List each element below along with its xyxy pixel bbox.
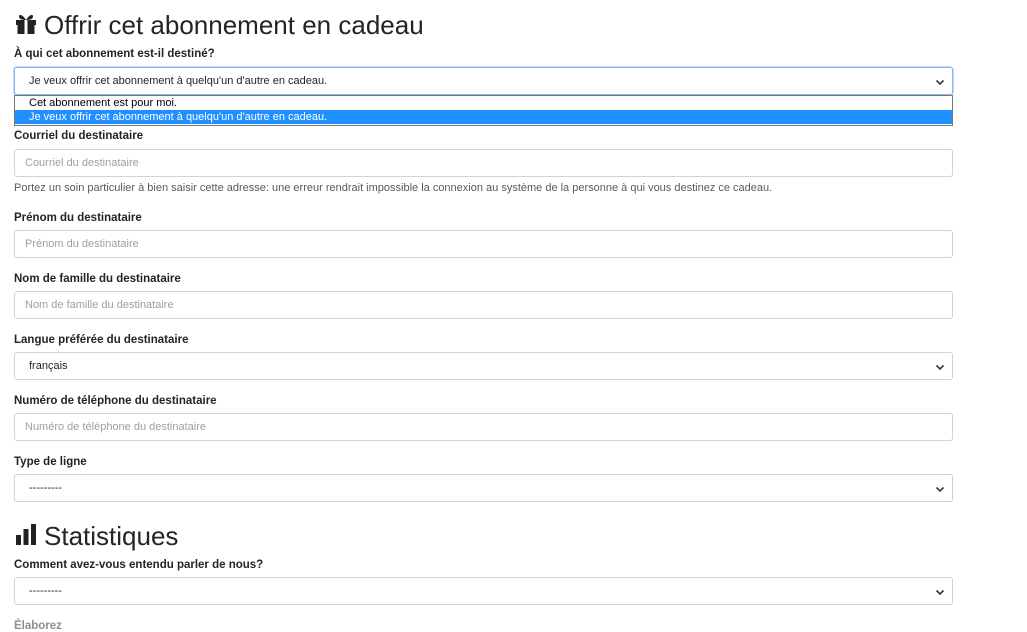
stats-section-title: Statistiques [14, 522, 178, 550]
recipient-option-gift[interactable]: Je veux offrir cet abonnement à quelqu'u… [15, 110, 952, 124]
chevron-down-icon [935, 589, 945, 596]
first-name-placeholder: Prénom du destinataire [25, 238, 139, 250]
first-name-label: Prénom du destinataire [14, 212, 142, 224]
language-label: Langue préférée du destinataire [14, 334, 189, 346]
email-field[interactable]: Courriel du destinataire [14, 149, 953, 177]
chevron-down-icon [935, 486, 945, 493]
chevron-down-icon [935, 79, 945, 86]
elaborate-label: Élaborez [14, 620, 62, 632]
recipient-dropdown-list: Cet abonnement est pour moi. Je veux off… [14, 95, 953, 126]
first-name-field[interactable]: Prénom du destinataire [14, 230, 953, 258]
email-help-text: Portez un soin particulier à bien saisir… [14, 182, 773, 194]
email-placeholder: Courriel du destinataire [25, 157, 139, 169]
recipient-question-label: À qui cet abonnement est-il destiné? [14, 48, 215, 60]
recipient-option-self[interactable]: Cet abonnement est pour moi. [15, 96, 952, 110]
phone-field[interactable]: Numéro de téléphone du destinataire [14, 413, 953, 441]
stats-title-text: Statistiques [44, 521, 179, 551]
source-select[interactable]: --------- [14, 577, 953, 605]
last-name-field[interactable]: Nom de famille du destinataire [14, 291, 953, 319]
page: Offrir cet abonnement en cadeau À qui ce… [0, 0, 1027, 632]
last-name-placeholder: Nom de famille du destinataire [25, 299, 174, 311]
gift-icon [14, 11, 44, 39]
recipient-select-value: Je veux offrir cet abonnement à quelqu'u… [29, 75, 328, 87]
line-type-select-value: --------- [29, 482, 62, 494]
last-name-label: Nom de famille du destinataire [14, 273, 181, 285]
bar-chart-icon [14, 522, 44, 550]
source-select-value: --------- [29, 585, 62, 597]
gift-title-text: Offrir cet abonnement en cadeau [44, 10, 424, 40]
language-select-value: français [29, 360, 68, 372]
line-type-select[interactable]: --------- [14, 474, 953, 502]
chevron-down-icon [935, 364, 945, 371]
phone-placeholder: Numéro de téléphone du destinataire [25, 421, 207, 433]
gift-section-title: Offrir cet abonnement en cadeau [14, 11, 424, 39]
language-select[interactable]: français [14, 352, 953, 380]
source-label: Comment avez-vous entendu parler de nous… [14, 559, 264, 571]
line-type-label: Type de ligne [14, 456, 87, 468]
recipient-select[interactable]: Je veux offrir cet abonnement à quelqu'u… [14, 67, 953, 95]
phone-label: Numéro de téléphone du destinataire [14, 395, 217, 407]
email-label: Courriel du destinataire [14, 130, 144, 142]
